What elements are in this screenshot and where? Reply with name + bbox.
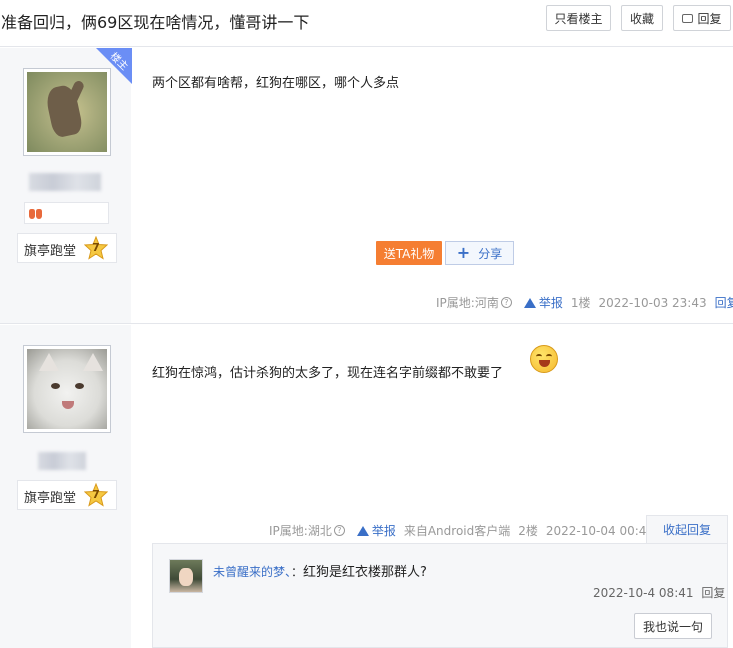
report-icon — [356, 525, 369, 536]
lung-icon — [29, 207, 43, 219]
favorite-label: 收藏 — [629, 11, 654, 26]
only-op-label: 只看楼主 — [554, 11, 603, 26]
author-panel: 旗亭跑堂 7 — [0, 48, 131, 323]
member-badge[interactable]: 旗亭跑堂 7 — [17, 233, 117, 263]
say-something-label: 我也说一句 — [642, 619, 703, 634]
share-label: 分享 — [478, 246, 503, 261]
ip-location: IP属地:湖北 — [269, 524, 332, 538]
post-floor-1: 旗亭跑堂 7 楼主 两个区都有啥帮，红狗在哪区，哪个人多点 送TA礼物 + 分享… — [0, 48, 733, 324]
post-time: 2022-10-04 00:41 — [545, 523, 655, 538]
badge-name: 旗亭跑堂 — [24, 244, 77, 259]
floor-number: 1楼 — [570, 296, 591, 310]
username-blurred[interactable] — [29, 173, 101, 191]
post-meta: IP属地:河南 ? 举报 1楼 2022-10-03 23:43 回复 — [436, 294, 733, 311]
reply-time: 2022-10-4 08:41 — [593, 586, 694, 600]
favorite-button[interactable]: 收藏 — [621, 5, 663, 31]
say-something-button[interactable]: 我也说一句 — [634, 613, 712, 639]
report-icon — [523, 297, 536, 308]
level-number: 7 — [92, 241, 100, 254]
reply-link[interactable]: 回复 — [715, 294, 733, 311]
reply-text: 红狗是红衣楼那群人? — [303, 565, 427, 580]
share-plus-icon: + — [456, 243, 471, 262]
post-time: 2022-10-03 23:43 — [598, 295, 707, 310]
floor-number: 2楼 — [518, 524, 538, 538]
level-star-icon: 7 — [83, 235, 109, 260]
thread-header: 准备回归，俩69区现在啥情况，懂哥讲一下 只看楼主 收藏 回复 — [0, 0, 733, 47]
op-tag: 楼主 — [96, 48, 132, 84]
reply-button[interactable]: 回复 — [673, 5, 731, 31]
reply-label: 回复 — [697, 11, 722, 26]
post-floor-2: 旗亭跑堂 7 红狗在惊鸿，估计杀狗的太多了，现在连名字前缀都不敢要了 IP属地:… — [0, 325, 733, 648]
ip-location: IP属地:河南 — [436, 296, 499, 310]
report-link[interactable]: 举报 — [539, 294, 563, 311]
author-panel: 旗亭跑堂 7 — [0, 325, 131, 648]
client-source: 来自Android客户端 — [403, 524, 511, 538]
sub-reply-panel: 未曾醒来的梦、：红狗是红衣楼那群人? 2022-10-4 08:41 回复 我也… — [152, 543, 728, 648]
level-number: 7 — [92, 488, 100, 501]
help-icon[interactable]: ? — [500, 297, 512, 308]
post-content: 红狗在惊鸿，估计杀狗的太多了，现在连名字前缀都不敢要了 — [152, 366, 504, 381]
avatar-image — [27, 72, 107, 152]
user-icon-box — [24, 202, 109, 224]
only-op-button[interactable]: 只看楼主 — [546, 5, 611, 31]
share-button[interactable]: + 分享 — [445, 241, 514, 265]
reply-username[interactable]: 未曾醒来的梦、 — [213, 565, 291, 579]
thread-title: 准备回归，俩69区现在啥情况，懂哥讲一下 — [1, 13, 310, 32]
collapse-replies-button[interactable]: 收起回复 — [646, 515, 728, 543]
username-blurred[interactable] — [38, 452, 86, 470]
post-meta: IP属地:湖北 ? 举报 来自Android客户端 2楼 2022-10-04 … — [269, 522, 654, 539]
member-badge[interactable]: 旗亭跑堂 7 — [17, 480, 117, 510]
report-link[interactable]: 举报 — [372, 522, 396, 539]
sub-reply: 未曾醒来的梦、：红狗是红衣楼那群人? — [213, 561, 427, 580]
post-content: 两个区都有啥帮，红狗在哪区，哪个人多点 — [152, 76, 400, 91]
help-icon[interactable]: ? — [333, 525, 345, 536]
avatar[interactable] — [23, 345, 111, 433]
badge-name: 旗亭跑堂 — [24, 491, 77, 506]
reply-separator: ： — [291, 565, 304, 579]
level-star-icon: 7 — [83, 482, 109, 507]
laugh-emoji-icon — [530, 345, 558, 373]
reply-avatar[interactable] — [169, 559, 203, 593]
avatar-image — [27, 349, 107, 429]
collapse-label: 收起回复 — [662, 523, 711, 537]
gift-button[interactable]: 送TA礼物 — [376, 241, 442, 265]
reply-reply-link[interactable]: 回复 — [701, 586, 725, 600]
comment-icon — [682, 13, 694, 23]
gift-label: 送TA礼物 — [383, 246, 435, 261]
reply-meta: 2022-10-4 08:41 回复 — [593, 584, 725, 601]
